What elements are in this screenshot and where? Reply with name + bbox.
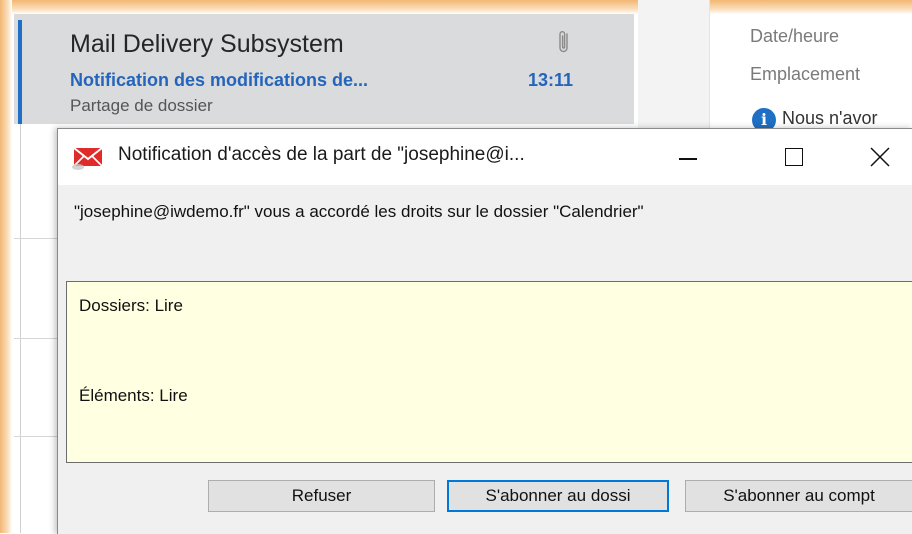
list-separator (20, 124, 21, 533)
selection-accent-bar (18, 20, 22, 124)
dialog-titlebar[interactable]: Notification d'accès de la part de "jose… (58, 129, 912, 185)
items-rights: Éléments: Lire (79, 386, 188, 405)
highlight-frame-left (0, 0, 12, 533)
list-row-divider (14, 238, 58, 239)
rights-box: Dossiers: Lire Éléments: Lire (66, 281, 912, 463)
close-button[interactable] (844, 129, 912, 185)
minimize-button[interactable] (652, 129, 722, 185)
mail-preview: Partage de dossier (70, 96, 213, 115)
dialog-message: "josephine@iwdemo.fr" vous a accordé les… (74, 202, 644, 221)
close-icon (870, 147, 890, 167)
list-row-divider (14, 436, 58, 437)
info-text: Nous n'avor (782, 108, 878, 128)
dialog-title: Notification d'accès de la part de "jose… (118, 144, 525, 165)
mail-notification-icon (72, 147, 103, 170)
mail-subject: Notification des modifications de... (70, 70, 369, 90)
folders-rights: Dossiers: Lire (79, 296, 183, 315)
mail-item-selected[interactable]: Mail Delivery Subsystem Notification des… (14, 14, 634, 124)
subscribe-folder-button[interactable]: S'abonner au dossi (447, 480, 669, 512)
mail-time: 13:11 (528, 70, 574, 90)
refuse-button[interactable]: Refuser (208, 480, 435, 512)
highlight-frame-top (0, 0, 912, 14)
maximize-button[interactable] (758, 129, 828, 185)
paperclip-icon (559, 31, 568, 53)
mail-sender: Mail Delivery Subsystem (70, 30, 344, 58)
subscribe-account-button[interactable]: S'abonner au compt (685, 480, 912, 512)
date-label: Date/heure (750, 26, 840, 46)
access-notification-dialog: Notification d'accès de la part de "jose… (57, 128, 912, 534)
list-row-divider (14, 338, 58, 339)
location-label: Emplacement (750, 64, 861, 84)
